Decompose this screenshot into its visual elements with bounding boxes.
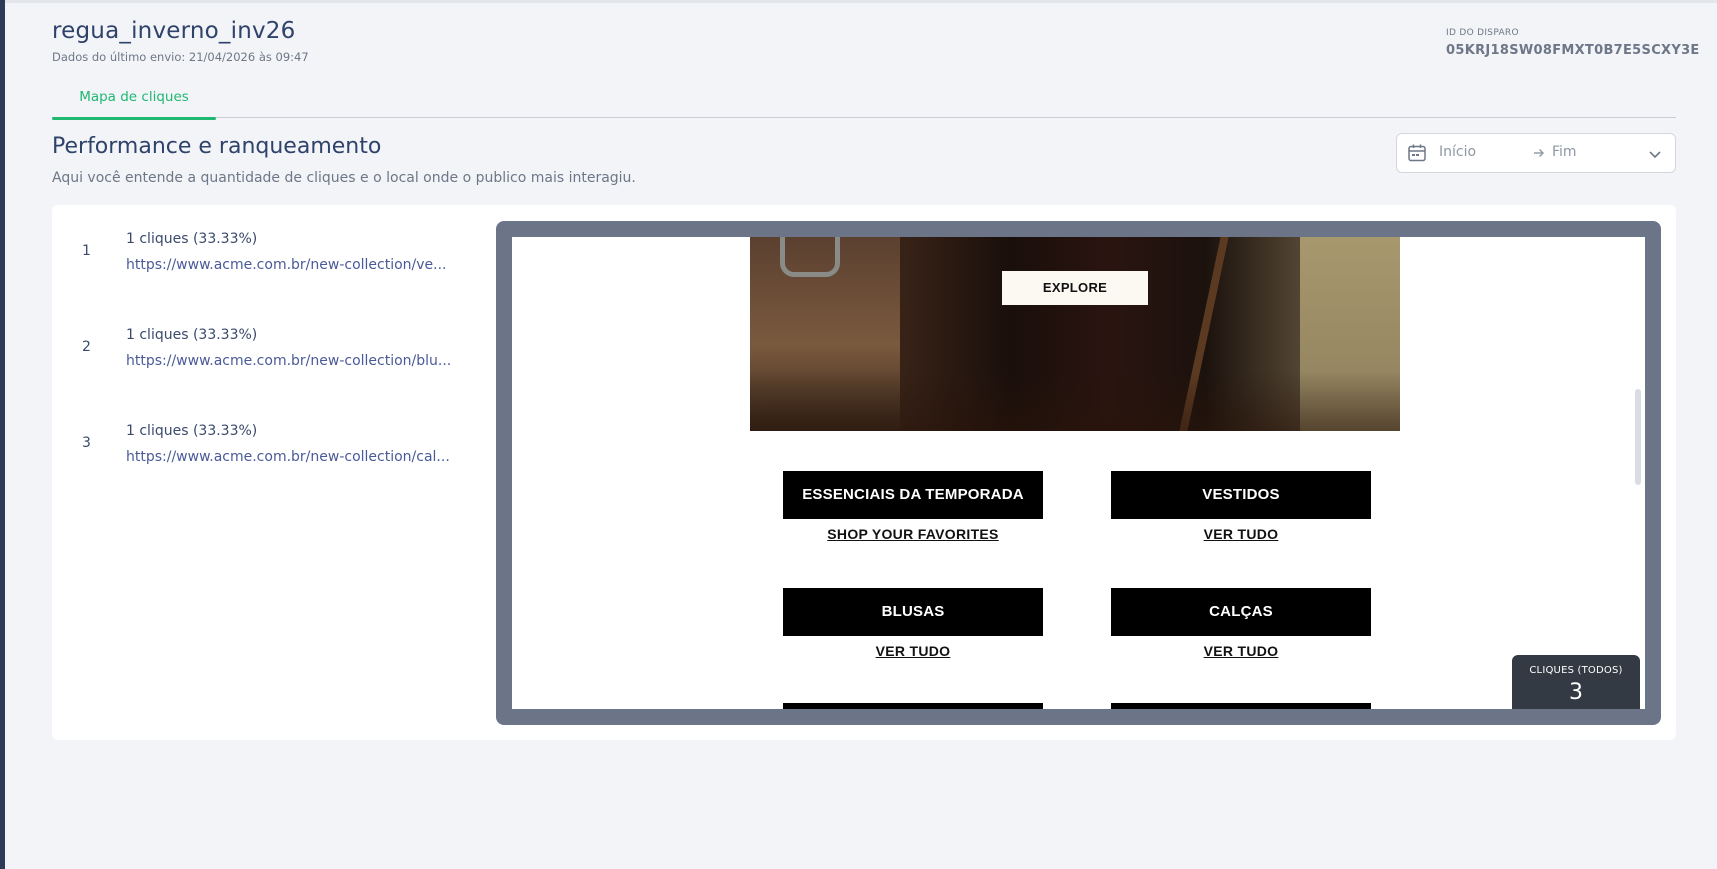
category-link-pants[interactable]: VER TUDO xyxy=(1111,643,1371,659)
calendar-icon xyxy=(1408,144,1426,162)
page-title: regua_inverno_inv26 xyxy=(52,18,296,44)
rank-position: 2 xyxy=(82,339,91,355)
rank-url-link[interactable]: https://www.acme.com.br/new-collection/b… xyxy=(126,353,466,369)
category-block-blouses[interactable]: BLUSAS xyxy=(783,588,1043,636)
page-header: regua_inverno_inv26 Dados do último envi… xyxy=(52,18,1700,120)
top-divider xyxy=(5,0,1717,3)
section-description: Aqui você entende a quantidade de clique… xyxy=(52,170,636,186)
date-range-picker[interactable]: Início Fim xyxy=(1396,133,1676,173)
email-preview[interactable]: EXPLORE ESSENCIAIS DA TEMPORADA SHOP YOU… xyxy=(512,237,1645,709)
tab-click-map[interactable]: Mapa de cliques xyxy=(52,82,216,120)
ranking-item[interactable]: 2 1 cliques (33.33%) https://www.acme.co… xyxy=(52,315,492,375)
category-block-next xyxy=(783,703,1043,709)
section-title: Performance e ranqueamento xyxy=(52,134,382,159)
category-block-dresses[interactable]: VESTIDOS xyxy=(1111,471,1371,519)
send-id: ID DO DISPARO 05KRJ18SW08FMXT0B7E5SCXY3E xyxy=(1446,28,1700,58)
rank-position: 1 xyxy=(82,243,91,259)
rank-url-link[interactable]: https://www.acme.com.br/new-collection/v… xyxy=(126,257,466,273)
category-block-next xyxy=(1111,703,1371,709)
rank-clicks: 1 cliques (33.33%) xyxy=(126,327,258,343)
chevron-down-icon[interactable] xyxy=(1647,146,1663,162)
category-link-dresses[interactable]: VER TUDO xyxy=(1111,526,1371,542)
total-clicks-label: CLIQUES (TODOS) xyxy=(1529,665,1623,676)
performance-card: 1 1 cliques (33.33%) https://www.acme.co… xyxy=(52,205,1676,740)
category-link-essentials[interactable]: SHOP YOUR FAVORITES xyxy=(783,526,1043,542)
tab-bar: Mapa de cliques xyxy=(52,82,1676,120)
hero-banner-image: EXPLORE xyxy=(750,237,1400,431)
category-link-blouses[interactable]: VER TUDO xyxy=(783,643,1043,659)
arrow-right-icon xyxy=(1534,149,1544,157)
left-rail xyxy=(0,0,5,869)
tab-label: Mapa de cliques xyxy=(79,89,189,105)
total-clicks-value: 3 xyxy=(1569,680,1583,705)
send-id-value: 05KRJ18SW08FMXT0B7E5SCXY3E xyxy=(1446,43,1700,58)
ranking-item[interactable]: 3 1 cliques (33.33%) https://www.acme.co… xyxy=(52,411,492,471)
total-clicks-badge: CLIQUES (TODOS) 3 xyxy=(1512,655,1640,709)
rank-clicks: 1 cliques (33.33%) xyxy=(126,231,258,247)
banner-shade xyxy=(750,371,1400,431)
category-block-essentials[interactable]: ESSENCIAIS DA TEMPORADA xyxy=(783,471,1043,519)
category-block-pants[interactable]: CALÇAS xyxy=(1111,588,1371,636)
explore-button[interactable]: EXPLORE xyxy=(1002,271,1148,305)
send-id-label: ID DO DISPARO xyxy=(1446,28,1519,38)
rank-clicks: 1 cliques (33.33%) xyxy=(126,423,258,439)
last-send-info: Dados do último envio: 21/04/2026 às 09:… xyxy=(52,50,309,64)
email-preview-frame: EXPLORE ESSENCIAIS DA TEMPORADA SHOP YOU… xyxy=(496,221,1661,725)
date-start-input[interactable]: Início xyxy=(1439,144,1476,160)
banner-frame-edge xyxy=(780,237,840,277)
rank-position: 3 xyxy=(82,435,91,451)
rank-url-link[interactable]: https://www.acme.com.br/new-collection/c… xyxy=(126,449,466,465)
preview-scrollbar[interactable] xyxy=(1635,389,1641,485)
date-end-input[interactable]: Fim xyxy=(1552,144,1577,160)
active-tab-indicator xyxy=(52,117,216,120)
ranking-item[interactable]: 1 1 cliques (33.33%) https://www.acme.co… xyxy=(52,219,492,279)
